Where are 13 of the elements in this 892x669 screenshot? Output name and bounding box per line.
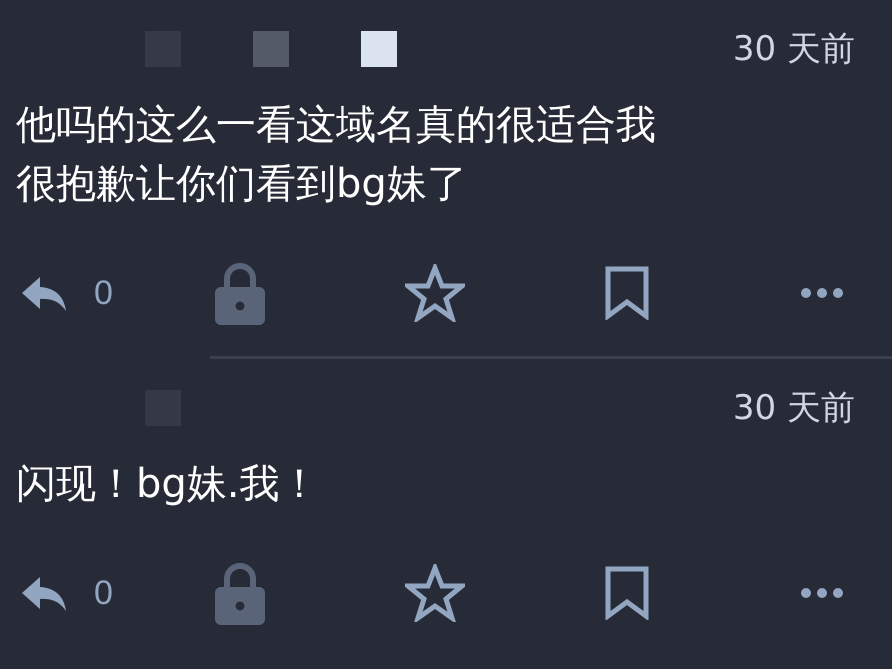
reply-button[interactable]: 0 — [20, 573, 113, 613]
post-time: 30 天前 — [732, 387, 855, 430]
post-text: 很抱歉让你们看到bg妹了 — [16, 160, 468, 209]
star-button[interactable] — [405, 264, 465, 322]
post-time: 30 天前 — [732, 28, 855, 71]
post-text: 闪现！bg妹.我！ — [16, 460, 320, 509]
more-button[interactable] — [800, 287, 844, 299]
post-text: 他吗的这么一看这域名真的很适合我 — [16, 101, 657, 150]
bookmark-button[interactable] — [605, 266, 649, 320]
reply-button[interactable]: 0 — [20, 273, 113, 313]
star-button[interactable] — [405, 564, 465, 622]
more-button[interactable] — [800, 587, 844, 599]
bookmark-button[interactable] — [605, 566, 649, 620]
